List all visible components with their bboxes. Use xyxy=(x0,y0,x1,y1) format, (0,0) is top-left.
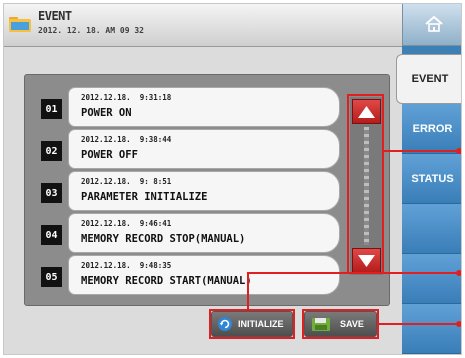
event-timestamp: 2012.12.18. 9:31:18 xyxy=(81,93,172,102)
list-item[interactable]: 03 2012.12.18. 9: 8:51 PARAMETER INITIAL… xyxy=(41,171,341,211)
tab-event[interactable]: EVENT xyxy=(396,54,461,104)
event-message: MEMORY RECORD START(MANUAL) xyxy=(81,275,252,287)
callout-dot-scroll xyxy=(456,148,461,154)
event-message: MEMORY RECORD STOP(MANUAL) xyxy=(81,233,246,245)
event-entry[interactable]: 2012.12.18. 9: 8:51 PARAMETER INITIALIZE xyxy=(68,171,340,211)
tab-status-label: STATUS xyxy=(411,173,454,185)
event-timestamp: 2012.12.18. 9: 8:51 xyxy=(81,177,172,186)
event-entry[interactable]: 2012.12.18. 9:38:44 POWER OFF xyxy=(68,129,340,169)
event-number: 05 xyxy=(41,267,62,287)
callout-line-initialize-h xyxy=(247,272,460,274)
event-number: 01 xyxy=(41,99,62,119)
save-highlight xyxy=(302,309,379,339)
event-entry[interactable]: 2012.12.18. 9:48:35 MEMORY RECORD START(… xyxy=(68,255,340,295)
folder-icon xyxy=(9,15,31,32)
event-number: 04 xyxy=(41,225,62,245)
list-item[interactable]: 04 2012.12.18. 9:46:41 MEMORY RECORD STO… xyxy=(41,213,341,253)
header-bar: EVENT 2012. 12. 18. AM 09 32 xyxy=(4,4,402,47)
event-timestamp: 2012.12.18. 9:38:44 xyxy=(81,135,172,144)
tab-error[interactable]: ERROR xyxy=(402,104,461,154)
tab-event-label: EVENT xyxy=(411,73,449,85)
tab-empty-1[interactable] xyxy=(402,204,461,254)
event-message: POWER OFF xyxy=(81,149,138,161)
callout-dot-initialize xyxy=(456,270,461,276)
event-timestamp: 2012.12.18. 9:46:41 xyxy=(81,219,172,228)
event-number: 03 xyxy=(41,183,62,203)
callout-dot-save xyxy=(456,321,461,327)
event-message: POWER ON xyxy=(81,107,132,119)
tab-empty-3[interactable] xyxy=(402,304,461,354)
callout-line-save xyxy=(379,323,460,325)
callout-line-scroll xyxy=(384,150,460,152)
list-item[interactable]: 01 2012.12.18. 9:31:18 POWER ON xyxy=(41,87,341,127)
tab-error-label: ERROR xyxy=(412,123,453,135)
event-number: 02 xyxy=(41,141,62,161)
list-item[interactable]: 05 2012.12.18. 9:48:35 MEMORY RECORD STA… xyxy=(41,255,341,295)
sidebar: EVENT ERROR STATUS xyxy=(396,46,461,354)
event-message: PARAMETER INITIALIZE xyxy=(81,191,208,203)
scroll-highlight xyxy=(347,94,384,274)
list-item[interactable]: 02 2012.12.18. 9:38:44 POWER OFF xyxy=(41,129,341,169)
event-entry[interactable]: 2012.12.18. 9:46:41 MEMORY RECORD STOP(M… xyxy=(68,213,340,253)
callout-line-initialize-v xyxy=(247,272,249,309)
page-title: EVENT xyxy=(38,9,72,23)
header-datetime: 2012. 12. 18. AM 09 32 xyxy=(38,26,144,35)
event-entry[interactable]: 2012.12.18. 9:31:18 POWER ON xyxy=(68,87,340,127)
event-timestamp: 2012.12.18. 9:48:35 xyxy=(81,261,172,270)
tab-empty-2[interactable] xyxy=(402,254,461,304)
tab-status[interactable]: STATUS xyxy=(402,154,461,204)
screen-frame: EVENT 2012. 12. 18. AM 09 32 EVENT ERROR… xyxy=(3,3,462,355)
home-button[interactable] xyxy=(402,4,461,46)
initialize-highlight xyxy=(209,309,295,339)
home-icon xyxy=(425,16,443,32)
